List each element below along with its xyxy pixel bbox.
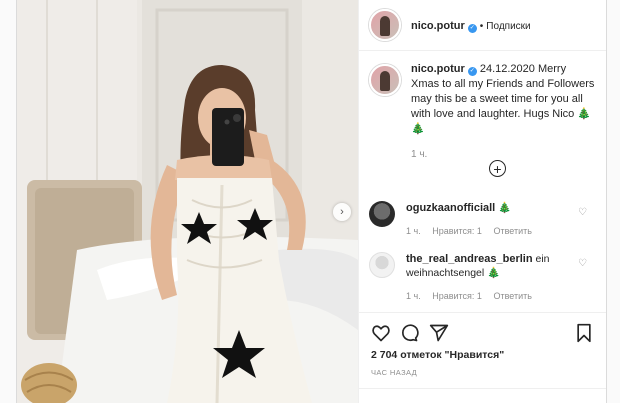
- reply-button[interactable]: Ответить: [493, 291, 531, 301]
- verified-badge-icon: ✓: [467, 24, 477, 33]
- following-button[interactable]: Подписки: [486, 21, 530, 32]
- comment-meta: 1 ч. Нравится: 1 Ответить: [406, 289, 576, 303]
- chevron-right-icon: ›: [340, 206, 344, 218]
- plus-circle-icon[interactable]: +: [489, 160, 506, 177]
- comment-bubble-icon[interactable]: [399, 323, 419, 343]
- comment-likes[interactable]: Нравится: 1: [432, 291, 482, 301]
- post-photo[interactable]: ›: [17, 0, 358, 403]
- header-username[interactable]: nico.potur: [411, 20, 465, 32]
- caption-date: 24.12.2020: [479, 63, 535, 75]
- divider: [359, 388, 606, 389]
- verified-badge-icon: ✓: [467, 67, 477, 76]
- comment-time[interactable]: 1 ч.: [406, 291, 421, 301]
- heart-icon[interactable]: ♡: [578, 258, 587, 269]
- reply-button[interactable]: Ответить: [493, 226, 531, 236]
- comment-avatar[interactable]: [369, 201, 395, 227]
- header-user: nico.potur ✓ • Подписки: [411, 16, 531, 34]
- post-time-ago[interactable]: ЧАС НАЗАД: [371, 368, 417, 377]
- comment-time[interactable]: 1 ч.: [406, 226, 421, 236]
- instagram-post: › nico.potur ✓ • Подписки nico.potur ✓ 24.12…: [16, 0, 607, 403]
- post-photo-illustration: [17, 0, 358, 403]
- caption-avatar[interactable]: [369, 64, 401, 96]
- comment-username[interactable]: the_real_andreas_berlin: [406, 253, 533, 265]
- likes-count[interactable]: 2 704 отметок "Нравится": [371, 349, 504, 361]
- caption-time[interactable]: 1 ч.: [411, 147, 597, 162]
- heart-icon[interactable]: ♡: [578, 207, 587, 218]
- comment-item: the_real_andreas_berlin ein weihnachtsen…: [369, 252, 597, 303]
- comment-avatar[interactable]: [369, 252, 395, 278]
- post-side-panel: nico.potur ✓ • Подписки nico.potur ✓ 24.12.2…: [358, 0, 606, 403]
- avatar[interactable]: [369, 9, 401, 41]
- comment-text: 🎄: [498, 202, 512, 214]
- paper-plane-icon[interactable]: [429, 323, 449, 343]
- comment-meta: 1 ч. Нравится: 1 Ответить: [406, 224, 576, 238]
- comment-item: oguzkaanofficiall 🎄 1 ч. Нравится: 1 Отв…: [369, 201, 597, 238]
- bookmark-icon[interactable]: [575, 323, 593, 343]
- comment-username[interactable]: oguzkaanofficiall: [406, 202, 495, 214]
- caption-username[interactable]: nico.potur: [411, 63, 465, 75]
- comment-body: oguzkaanofficiall 🎄 1 ч. Нравится: 1 Отв…: [406, 201, 576, 238]
- comment-likes[interactable]: Нравится: 1: [432, 226, 482, 236]
- post-caption: nico.potur ✓ 24.12.2020 Merry Xmas to all…: [369, 62, 597, 162]
- next-photo-button[interactable]: ›: [333, 203, 351, 221]
- caption-text-block: nico.potur ✓ 24.12.2020 Merry Xmas to all…: [411, 62, 597, 162]
- heart-icon[interactable]: [371, 323, 391, 343]
- separator-dot: •: [479, 21, 484, 32]
- post-header: nico.potur ✓ • Подписки: [359, 0, 606, 51]
- comment-body: the_real_andreas_berlin ein weihnachtsen…: [406, 252, 576, 303]
